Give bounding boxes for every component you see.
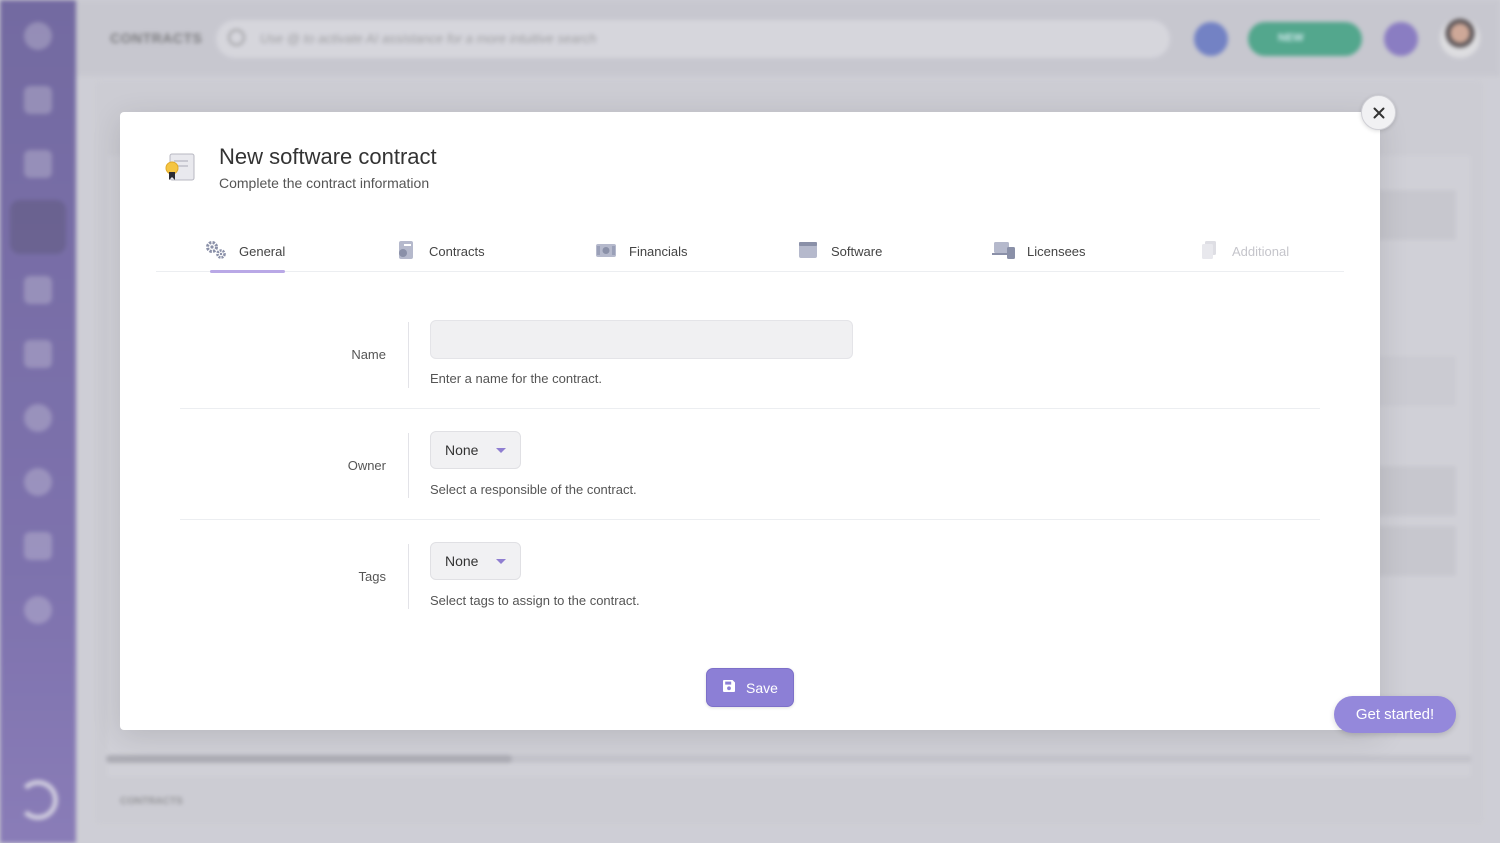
form-row-tags: Tags None Select tags to assign to the c…: [180, 520, 1320, 631]
active-tab-indicator: [210, 270, 285, 273]
tab-software[interactable]: Software: [796, 230, 882, 272]
get-started-button[interactable]: Get started!: [1334, 696, 1456, 733]
owner-select-value: None: [445, 442, 479, 458]
name-field[interactable]: [430, 320, 853, 359]
close-icon: [1373, 107, 1384, 118]
tags-label: Tags: [358, 569, 386, 584]
tab-licensees[interactable]: Licensees: [992, 230, 1086, 272]
tab-financials[interactable]: Financials: [594, 230, 688, 272]
copy-icon: [1197, 239, 1221, 264]
tab-contracts-label: Contracts: [429, 243, 485, 259]
tab-general[interactable]: General: [204, 230, 285, 272]
owner-select[interactable]: None: [430, 431, 521, 469]
field-divider: [408, 322, 409, 388]
save-button-label: Save: [746, 679, 778, 696]
contract-icon: [394, 239, 418, 264]
new-contract-modal: New software contract Complete the contr…: [120, 112, 1380, 730]
chevron-down-icon: [496, 559, 506, 564]
tab-additional-label: Additional: [1232, 243, 1290, 259]
owner-help-text: Select a responsible of the contract.: [430, 482, 637, 497]
devices-icon: [992, 239, 1016, 264]
tags-select[interactable]: None: [430, 542, 521, 580]
floppy-disk-icon: [722, 679, 736, 696]
field-divider: [408, 433, 409, 498]
window-icon: [796, 239, 820, 264]
tab-general-label: General: [239, 243, 286, 259]
money-icon: [594, 239, 618, 264]
modal-title: New software contract: [219, 144, 437, 169]
certificate-icon: [164, 150, 198, 184]
form-row-name: Name Enter a name for the contract.: [180, 308, 1320, 409]
field-divider: [408, 544, 409, 609]
tab-contracts[interactable]: Contracts: [394, 230, 485, 272]
modal-tabs: General Contracts Financials Software Li…: [156, 230, 1344, 273]
save-button[interactable]: Save: [706, 668, 794, 707]
owner-label: Owner: [347, 458, 386, 473]
tags-select-value: None: [445, 553, 479, 569]
name-help-text: Enter a name for the contract.: [430, 371, 602, 386]
close-modal-button[interactable]: [1361, 95, 1396, 130]
name-label: Name: [351, 347, 386, 362]
tab-software-label: Software: [831, 243, 883, 259]
tags-help-text: Select tags to assign to the contract.: [430, 593, 640, 608]
tab-additional[interactable]: Additional: [1197, 230, 1289, 272]
gears-icon: [204, 239, 228, 264]
chevron-down-icon: [496, 448, 506, 453]
form-row-owner: Owner None Select a responsible of the c…: [180, 409, 1320, 520]
modal-subtitle: Complete the contract information: [219, 175, 430, 191]
get-started-label: Get started!: [1355, 706, 1435, 723]
tab-financials-label: Financials: [629, 243, 688, 259]
tab-licensees-label: Licensees: [1027, 243, 1086, 259]
